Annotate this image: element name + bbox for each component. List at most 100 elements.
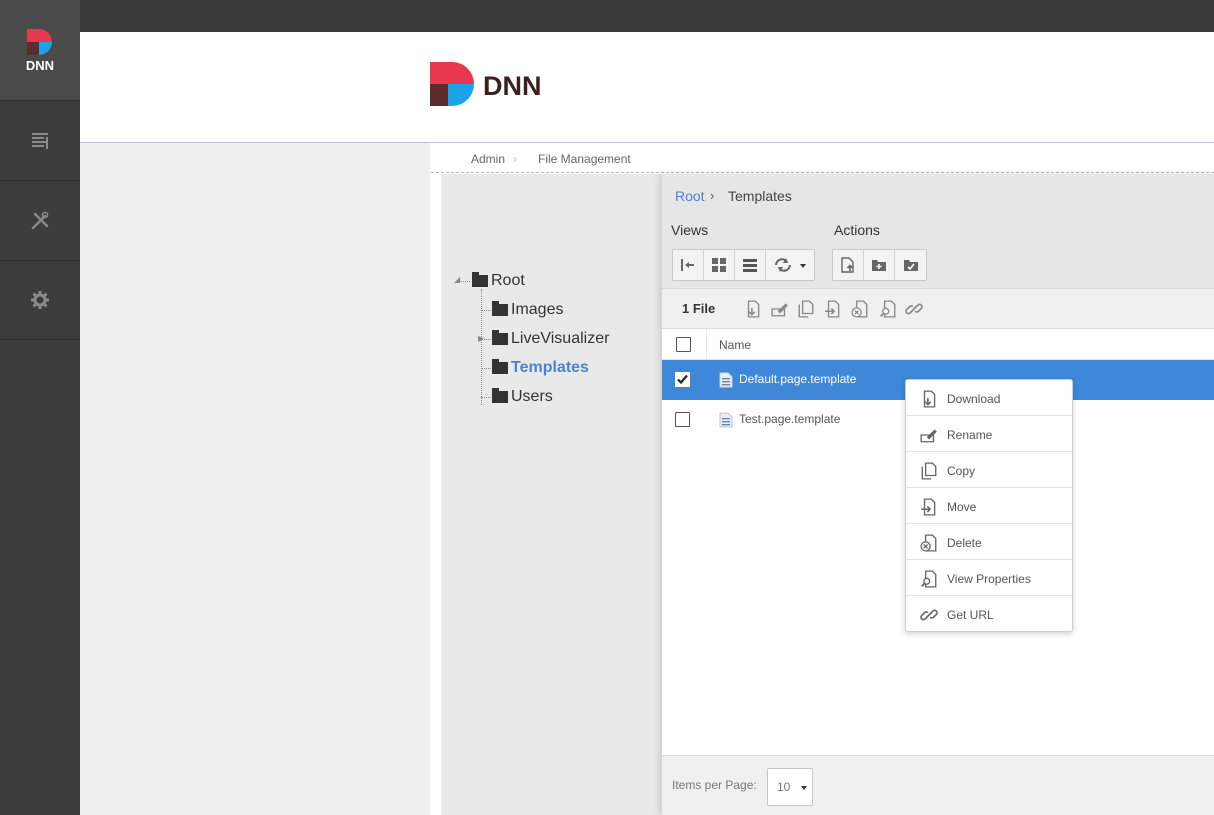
content-icon	[32, 132, 48, 149]
items-per-page-select[interactable]: 10	[767, 768, 813, 806]
left-pane	[80, 143, 430, 815]
pager: Items per Page: 10	[662, 755, 1214, 815]
upload-file-button[interactable]	[833, 250, 864, 280]
folder-icon	[492, 301, 508, 316]
persona-settings-button[interactable]	[0, 260, 80, 340]
list-view-icon	[743, 259, 757, 272]
rename-icon[interactable]	[771, 300, 789, 318]
site-header: DNN	[80, 32, 1214, 143]
breadcrumb-file-management[interactable]: File Management	[538, 152, 631, 166]
delete-icon[interactable]	[851, 300, 869, 318]
template-file-icon	[719, 372, 733, 388]
tree-node-label: Root	[491, 272, 525, 289]
copy-icon[interactable]	[797, 300, 815, 318]
path-root-link[interactable]: Root	[675, 188, 705, 204]
menu-item-label: Download	[947, 392, 1001, 406]
tree-node-users[interactable]: Users	[492, 388, 553, 406]
tree-node-livevisualizer[interactable]: LiveVisualizer	[492, 330, 609, 348]
download-icon	[923, 390, 936, 408]
grid-header: Name	[662, 328, 1214, 361]
menu-item-label: Get URL	[947, 608, 994, 622]
menu-item-rename[interactable]: Rename	[906, 416, 1072, 452]
move-icon[interactable]	[824, 300, 842, 318]
tree-expand-icon[interactable]: ▶	[478, 334, 484, 343]
select-all-checkbox[interactable]	[676, 337, 691, 352]
checkmark-icon	[677, 374, 688, 385]
actions-button-group	[832, 249, 927, 281]
view-properties-icon	[921, 570, 937, 588]
selection-bar: 1 File	[662, 288, 1214, 328]
thumbnail-view-icon	[712, 258, 726, 272]
menu-item-get-url[interactable]: Get URL	[906, 596, 1072, 632]
persona-logo[interactable]: DNN	[0, 0, 80, 100]
file-row-checkbox[interactable]	[675, 412, 690, 427]
breadcrumb-separator-icon: ›	[513, 152, 517, 166]
download-icon[interactable]	[744, 300, 762, 318]
persona-logo-text: DNN	[26, 58, 54, 73]
tree-node-label: Images	[511, 301, 564, 318]
template-file-icon	[719, 412, 733, 428]
tree-collapse-icon[interactable]: ◢	[454, 275, 460, 284]
sync-folder-button[interactable]	[895, 250, 926, 280]
thumbnail-view-button[interactable]	[704, 250, 735, 280]
get-url-icon[interactable]	[905, 300, 923, 318]
view-properties-icon[interactable]	[879, 300, 897, 318]
move-icon	[921, 498, 936, 516]
top-bar	[0, 0, 1214, 32]
dnn-logo-icon: DNN	[26, 29, 54, 73]
tree-node-templates[interactable]: Templates	[492, 359, 589, 377]
menu-item-move[interactable]: Move	[906, 488, 1072, 524]
file-row-checkbox[interactable]	[675, 372, 690, 387]
tree-node-label: Templates	[511, 359, 589, 376]
collapse-pane-button[interactable]	[673, 250, 704, 280]
persona-bar: DNN	[0, 0, 80, 815]
collapse-pane-icon	[681, 259, 694, 271]
pane-divider	[430, 143, 441, 815]
views-button-group	[672, 249, 815, 281]
folder-icon	[492, 330, 508, 345]
tree-node-label: LiveVisualizer	[511, 330, 610, 347]
path-separator-icon: ›	[710, 188, 715, 203]
site-logo-text: DNN	[483, 71, 542, 101]
create-folder-button[interactable]	[864, 250, 895, 280]
sync-folder-icon	[903, 260, 918, 271]
menu-item-copy[interactable]: Copy	[906, 452, 1072, 488]
site-logo[interactable]: DNN	[430, 62, 555, 115]
menu-item-label: Move	[947, 500, 977, 514]
tree-node-images[interactable]: Images	[492, 301, 563, 319]
rename-icon	[920, 429, 937, 443]
path-current: Templates	[728, 188, 792, 204]
column-header-name[interactable]: Name	[719, 338, 751, 352]
delete-icon	[920, 534, 937, 552]
tree-node-root[interactable]: Root	[472, 272, 525, 290]
views-label: Views	[671, 222, 709, 238]
persona-content-button[interactable]	[0, 100, 80, 180]
upload-file-icon	[841, 257, 854, 273]
menu-item-view-properties[interactable]: View Properties	[906, 560, 1072, 596]
items-per-page-label: Items per Page:	[672, 778, 757, 792]
settings-icon	[31, 291, 49, 309]
menu-item-label: Delete	[947, 536, 982, 550]
breadcrumb-admin[interactable]: Admin	[471, 152, 505, 166]
breadcrumb: Admin › File Management	[441, 143, 1214, 173]
folder-icon	[492, 359, 508, 374]
tools-icon	[31, 211, 49, 229]
copy-icon	[921, 462, 937, 480]
refresh-icon	[775, 258, 806, 272]
list-view-button[interactable]	[735, 250, 766, 280]
file-name[interactable]: Test.page.template	[739, 412, 840, 426]
tree-connector	[481, 289, 482, 405]
menu-item-download[interactable]: Download	[906, 380, 1072, 416]
actions-label: Actions	[834, 222, 880, 238]
file-name[interactable]: Default.page.template	[739, 372, 856, 386]
folder-tree: ◢ Root Images ▶ LiveVisualizer Templates…	[441, 174, 662, 815]
file-panel-toolbar: Root › Templates Views Actions	[662, 174, 1214, 288]
menu-item-label: View Properties	[947, 572, 1031, 586]
persona-tools-button[interactable]	[0, 180, 80, 260]
menu-item-delete[interactable]: Delete	[906, 524, 1072, 560]
refresh-button[interactable]	[766, 250, 814, 280]
column-separator	[706, 329, 707, 361]
create-folder-icon	[872, 260, 886, 271]
context-menu: Download Rename Copy Move Delete View Pr…	[905, 379, 1073, 632]
file-count: 1 File	[682, 301, 716, 316]
